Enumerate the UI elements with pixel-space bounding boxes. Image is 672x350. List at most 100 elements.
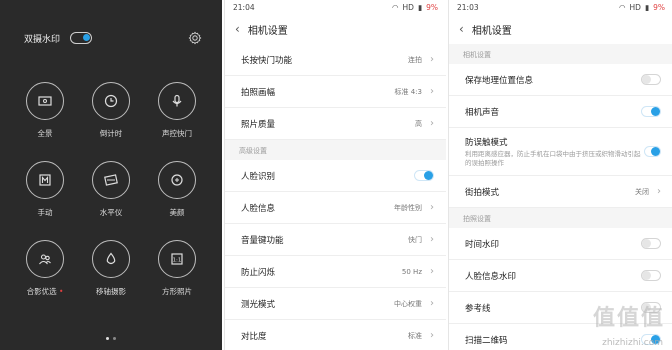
setting-face-watermark[interactable]: 人脸信息水印 — [449, 260, 672, 292]
setting-volume-key[interactable]: 音量键功能 快门 › — [225, 224, 446, 256]
setting-value: 快门 — [408, 235, 422, 244]
setting-metering-mode[interactable]: 测光模式 中心权重 › — [225, 288, 446, 320]
setting-save-location[interactable]: 保存地理位置信息 — [449, 64, 672, 96]
page-header: ‹ 相机设置 — [449, 14, 672, 44]
setting-photo-quality[interactable]: 照片质量 高 › — [225, 108, 446, 140]
setting-label: 对比度 — [241, 331, 267, 342]
setting-label: 音量键功能 — [241, 235, 284, 246]
network-indicator: HD — [629, 2, 641, 12]
status-time: 21:04 — [233, 2, 255, 12]
setting-description: 利用距离感应器，防止手机在口袋中由于挤压或织物滑动引起的误拍照操作 — [465, 150, 641, 167]
square-photo-icon: 1:1 — [158, 240, 196, 278]
mode-label: 合影优选 • — [26, 287, 64, 296]
chevron-right-icon: › — [430, 54, 434, 65]
gear-icon[interactable] — [188, 31, 202, 45]
setting-label: 参考线 — [465, 303, 491, 314]
setting-value: 关闭 — [635, 187, 649, 196]
mode-label: 移轴摄影 — [96, 287, 126, 296]
time-watermark-toggle[interactable] — [641, 238, 661, 249]
mode-beauty[interactable]: 美颜 — [144, 161, 210, 218]
mode-label: 倒计时 — [99, 129, 123, 138]
mode-group-photo[interactable]: 合影优选 • — [12, 240, 78, 297]
mode-voice-shutter[interactable]: 声控快门 — [144, 82, 210, 139]
camera-settings-panel-2: 21:03 ◠ HD ▮ 9% ‹ 相机设置 相机设置 保存地理位置信息 相机声… — [448, 0, 672, 350]
setting-value: 标准 4:3 — [394, 87, 423, 96]
watermark-toggle-row: 双摄水印 — [24, 30, 202, 46]
setting-anti-mistouch[interactable]: 防误触模式 利用距离感应器，防止手机在口袋中由于挤压或织物滑动引起的误拍照操作 — [449, 128, 672, 176]
setting-label: 相机声音 — [465, 107, 500, 118]
battery-percent: 9% — [653, 2, 665, 12]
setting-label: 人脸信息 — [241, 203, 276, 214]
page-title: 相机设置 — [471, 25, 512, 37]
setting-value: 50 Hz — [401, 267, 422, 276]
setting-contrast[interactable]: 对比度 标准 › — [225, 320, 446, 350]
section-header: 高级设置 — [225, 140, 446, 160]
site-watermark-url: zhizhizhi.com — [602, 338, 663, 348]
dual-camera-watermark-toggle[interactable] — [70, 32, 93, 44]
setting-label: 街拍模式 — [465, 187, 500, 198]
camera-modes-panel: 双摄水印 全景 倒计时 声控快门 手动 水平仪 美颜 合影优选 • 移轴摄影 1… — [0, 0, 222, 350]
page-dot-active — [106, 337, 109, 340]
face-recognition-toggle[interactable] — [414, 170, 434, 181]
signal-icon: ▮ — [417, 2, 423, 12]
setting-time-watermark[interactable]: 时间水印 — [449, 228, 672, 260]
anti-mistouch-toggle[interactable] — [643, 146, 661, 157]
chevron-right-icon: › — [657, 186, 661, 197]
mode-label: 方形照片 — [162, 287, 192, 296]
save-location-toggle[interactable] — [641, 74, 661, 85]
wifi-icon: ◠ — [618, 2, 626, 12]
setting-aspect-ratio[interactable]: 拍照画幅 标准 4:3 › — [225, 76, 446, 108]
manual-icon — [26, 161, 64, 199]
mode-manual[interactable]: 手动 — [12, 161, 78, 218]
microphone-icon — [158, 82, 196, 120]
setting-anti-flicker[interactable]: 防止闪烁 50 Hz › — [225, 256, 446, 288]
page-title: 相机设置 — [247, 25, 288, 37]
chevron-right-icon: › — [430, 330, 434, 341]
setting-label: 人脸识别 — [241, 171, 276, 182]
setting-value: 高 — [415, 119, 422, 128]
setting-label: 人脸信息水印 — [465, 271, 517, 282]
chevron-right-icon: › — [430, 266, 434, 277]
setting-camera-sound[interactable]: 相机声音 — [449, 96, 672, 128]
status-bar: 21:04 ◠ HD ▮ 9% — [225, 0, 446, 14]
camera-settings-panel-1: 21:04 ◠ HD ▮ 9% ‹ 相机设置 长按快门功能 连拍 › 拍照画幅 标准 … — [224, 0, 446, 350]
setting-label: 测光模式 — [241, 299, 276, 310]
chevron-right-icon: › — [430, 234, 434, 245]
setting-long-press-shutter[interactable]: 长按快门功能 连拍 › — [225, 44, 446, 76]
back-arrow-icon[interactable]: ‹ — [459, 22, 464, 36]
page-dot[interactable] — [113, 337, 116, 340]
mode-tilt-shift[interactable]: 移轴摄影 — [78, 240, 144, 297]
status-time: 21:03 — [457, 2, 479, 12]
site-watermark: 值值值 — [592, 306, 665, 331]
mode-level[interactable]: 水平仪 — [78, 161, 144, 218]
camera-sound-toggle[interactable] — [641, 106, 661, 117]
mode-panorama[interactable]: 全景 — [12, 82, 78, 139]
mode-timer[interactable]: 倒计时 — [78, 82, 144, 139]
back-arrow-icon[interactable]: ‹ — [235, 22, 240, 36]
chevron-right-icon: › — [430, 298, 434, 309]
chevron-right-icon: › — [430, 118, 434, 129]
setting-label: 保存地理位置信息 — [465, 75, 534, 86]
setting-value: 连拍 — [408, 55, 422, 64]
setting-label: 防止闪烁 — [241, 267, 276, 278]
setting-street-mode[interactable]: 街拍模式 关闭 › — [449, 176, 672, 208]
setting-label: 扫描二维码 — [465, 335, 508, 346]
beauty-icon — [158, 161, 196, 199]
mode-square-photo[interactable]: 1:1 方形照片 — [144, 240, 210, 297]
page-header: ‹ 相机设置 — [225, 14, 446, 44]
mode-label: 水平仪 — [99, 208, 123, 217]
setting-face-recognition[interactable]: 人脸识别 — [225, 160, 446, 192]
setting-label: 防误触模式 — [465, 138, 508, 149]
wifi-icon: ◠ — [391, 2, 399, 12]
setting-face-info[interactable]: 人脸信息 年龄性别 › — [225, 192, 446, 224]
level-icon — [92, 161, 130, 199]
svg-text:1:1: 1:1 — [173, 257, 182, 263]
setting-value: 标准 — [408, 331, 422, 340]
face-watermark-toggle[interactable] — [641, 270, 661, 281]
mode-grid: 全景 倒计时 声控快门 手动 水平仪 美颜 合影优选 • 移轴摄影 1:1 方形… — [12, 82, 210, 297]
signal-icon: ▮ — [644, 2, 650, 12]
page-indicator — [0, 337, 222, 340]
tilt-shift-icon — [92, 240, 130, 278]
mode-label: 全景 — [37, 129, 53, 138]
mode-label: 声控快门 — [162, 129, 192, 138]
